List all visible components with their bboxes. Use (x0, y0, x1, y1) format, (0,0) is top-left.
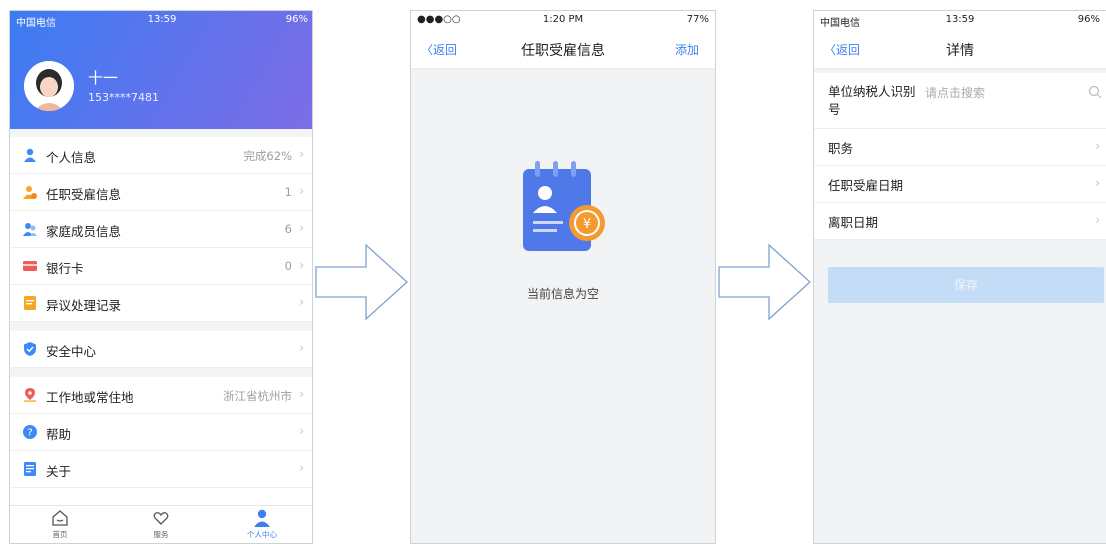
flow-arrow-right-icon (315, 243, 408, 321)
family-icon (23, 223, 37, 236)
service-icon (153, 512, 169, 525)
menu-item-dispute-records[interactable]: 异议处理记录 › (10, 285, 312, 322)
avatar[interactable] (24, 61, 74, 111)
status-time: 13:59 (945, 14, 975, 25)
menu-label: 个人信息 (46, 150, 97, 165)
location-icon (24, 388, 36, 402)
user-name: 十一 (88, 69, 119, 87)
menu-label: 帮助 (46, 427, 72, 442)
menu-item-about[interactable]: 关于 › (10, 451, 312, 488)
chevron-right-icon: › (1095, 139, 1100, 153)
tab-label: 首页 (52, 530, 68, 539)
home-icon (52, 510, 68, 526)
battery-level: 96% (285, 14, 308, 25)
nav-bar: 〈返回 详情 (814, 29, 1106, 69)
svg-text:¥: ¥ (583, 217, 591, 232)
menu-item-employment-info[interactable]: 任职受雇信息 1 › (10, 174, 312, 211)
search-icon[interactable] (1088, 85, 1102, 99)
menu-item-family-info[interactable]: 家庭成员信息 6 › (10, 211, 312, 248)
menu-label: 安全中心 (46, 344, 97, 359)
menu-item-personal-info[interactable]: 个人信息 完成62% › (10, 137, 312, 174)
person-icon (24, 148, 36, 162)
field-employment-date[interactable]: 任职受雇日期 › (814, 166, 1106, 203)
chevron-right-icon: › (299, 341, 304, 355)
tab-bar: 首页 服务 个人中心 (10, 505, 312, 543)
page-title: 详情 (946, 43, 974, 59)
menu-value: 6 (284, 222, 292, 236)
empty-notebook-icon: ¥ (523, 161, 605, 251)
field-label: 职务 (828, 141, 854, 156)
chevron-right-icon: › (1095, 176, 1100, 190)
shield-icon (24, 342, 36, 356)
field-label: 离职日期 (828, 215, 879, 230)
tab-user-center[interactable]: 个人中心 (232, 508, 292, 540)
chevron-right-icon: › (299, 295, 304, 309)
menu-value: 完成62% (243, 149, 292, 163)
chevron-right-icon: › (299, 424, 304, 438)
canvas: 中国电信 13:59 96% 十一 153****7481 个人信息 完成62%… (0, 0, 1106, 544)
menu-item-bank-card[interactable]: 银行卡 0 › (10, 248, 312, 285)
menu-group-info: 个人信息 完成62% › 任职受雇信息 1 › 家庭成员信息 6 › 银行卡 0… (10, 129, 312, 488)
search-placeholder[interactable]: 请点击搜索 (925, 84, 985, 101)
field-taxpayer-id[interactable]: 单位纳税人识别号 请点击搜索 (814, 73, 1106, 129)
tab-service[interactable]: 服务 (131, 508, 191, 540)
chevron-right-icon: › (299, 461, 304, 475)
detail-form: 单位纳税人识别号 请点击搜索 职务 › 任职受雇日期 › 离职日期 › (814, 73, 1106, 240)
field-label: 单位纳税人识别号 (828, 84, 916, 117)
tab-home[interactable]: 首页 (30, 508, 90, 540)
nav-bar: 〈返回 任职受雇信息 添加 (411, 29, 715, 69)
phone-screen-employment-info: ●●●○○ 1:20 PM 77% 〈返回 任职受雇信息 添加 ¥ 当前信息为空 (410, 10, 716, 544)
menu-value: 浙江省杭州市 (223, 389, 292, 403)
status-time: 1:20 PM (542, 14, 584, 25)
phone-screen-detail: 中国电信 13:59 96% 〈返回 详情 单位纳税人识别号 请点击搜索 职务 … (813, 10, 1106, 544)
status-time: 13:59 (147, 14, 177, 25)
chevron-right-icon: › (299, 147, 304, 161)
save-button[interactable]: 保存 (828, 267, 1104, 303)
menu-label: 工作地或常住地 (46, 390, 134, 405)
empty-state-text: 当前信息为空 (526, 287, 599, 301)
profile-header: 中国电信 13:59 96% 十一 153****7481 (10, 11, 312, 129)
battery-level: 96% (1077, 14, 1100, 25)
tab-label: 服务 (153, 530, 169, 539)
add-button[interactable]: 添加 (675, 41, 699, 58)
menu-value: 0 (284, 259, 292, 273)
flow-arrow-right-icon (718, 243, 811, 321)
chevron-right-icon: › (299, 387, 304, 401)
status-bar: 中国电信 13:59 96% (814, 11, 1106, 29)
menu-item-help[interactable]: ? 帮助 › (10, 414, 312, 451)
menu-label: 银行卡 (46, 261, 84, 276)
user-phone: 153****7481 (88, 91, 159, 104)
chevron-right-icon: › (1095, 213, 1100, 227)
battery-level: 77% (686, 14, 709, 25)
status-bar: ●●●○○ 1:20 PM 77% (411, 11, 715, 29)
menu-label: 家庭成员信息 (46, 224, 122, 239)
menu-item-security-center[interactable]: 安全中心 › (10, 331, 312, 368)
tab-label: 个人中心 (247, 530, 277, 539)
svg-text:?: ? (27, 428, 32, 439)
bank-card-icon (23, 261, 37, 271)
field-position[interactable]: 职务 › (814, 129, 1106, 166)
status-bar: 中国电信 13:59 96% (10, 11, 312, 29)
chevron-right-icon: › (299, 221, 304, 235)
chevron-right-icon: › (299, 258, 304, 272)
menu-label: 异议处理记录 (46, 298, 122, 313)
page-title: 任职受雇信息 (521, 43, 605, 59)
field-leave-date[interactable]: 离职日期 › (814, 203, 1106, 240)
user-center-icon (254, 509, 270, 527)
field-label: 任职受雇日期 (828, 178, 904, 193)
record-icon (24, 296, 36, 310)
about-icon (24, 462, 36, 476)
chevron-right-icon: › (299, 184, 304, 198)
help-icon: ? (23, 425, 37, 439)
phone-screen-personal-center: 中国电信 13:59 96% 十一 153****7481 个人信息 完成62%… (9, 10, 313, 544)
menu-value: 1 (284, 185, 292, 199)
employment-icon (23, 186, 37, 199)
menu-label: 任职受雇信息 (46, 187, 122, 202)
menu-item-work-location[interactable]: 工作地或常住地 浙江省杭州市 › (10, 377, 312, 414)
menu-label: 关于 (46, 464, 72, 479)
